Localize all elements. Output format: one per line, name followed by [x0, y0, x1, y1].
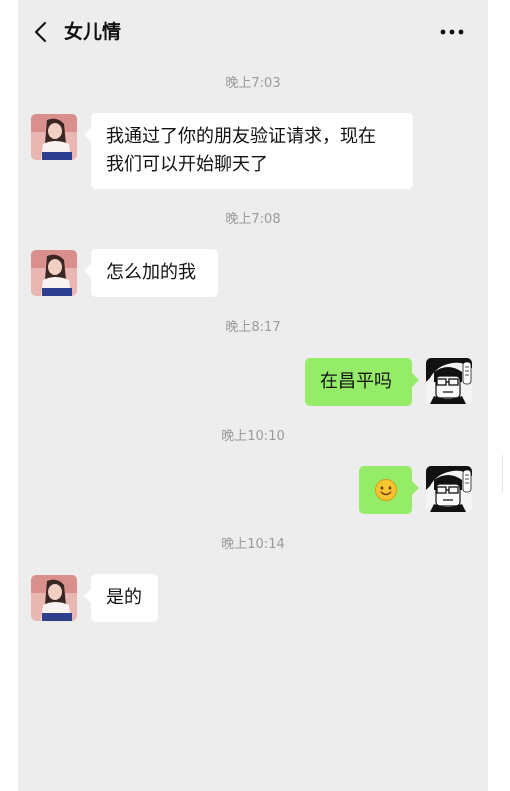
manga-portrait: [426, 358, 472, 404]
manga-portrait: [426, 466, 472, 512]
contact-avatar[interactable]: [31, 250, 77, 296]
contact-avatar[interactable]: [31, 114, 77, 160]
timestamp: 晚上10:10: [221, 429, 285, 444]
my-avatar[interactable]: [426, 466, 472, 512]
contact-avatar[interactable]: [31, 575, 77, 621]
contact-photo: [31, 114, 77, 160]
timestamp: 晚上8:17: [225, 320, 281, 335]
timestamp: 晚上10:14: [221, 537, 285, 552]
contact-photo: [31, 575, 77, 621]
chat-title: 女儿情: [64, 21, 122, 43]
smile-emoji-icon: [374, 479, 397, 501]
contact-photo: [31, 250, 77, 296]
edge-divider: [502, 455, 510, 493]
incoming-message-bubble[interactable]: 是的: [84, 574, 158, 622]
timestamp: 晚上7:03: [225, 76, 281, 91]
incoming-message-bubble[interactable]: 怎么加的我: [84, 249, 218, 297]
right-edge: [488, 0, 510, 791]
back-button[interactable]: [30, 18, 54, 46]
more-dots-icon: [440, 29, 464, 35]
message-text-line: 我通过了你的朋友验证请求，现在: [106, 126, 376, 147]
incoming-message-bubble[interactable]: 我通过了你的朋友验证请求，现在 我们可以开始聊天了: [84, 113, 413, 189]
message-text-line: 我们可以开始聊天了: [106, 154, 268, 175]
my-avatar[interactable]: [426, 358, 472, 404]
timestamp: 晚上7:08: [225, 212, 281, 227]
message-text: 在昌平吗: [320, 371, 392, 392]
outgoing-emoji-bubble[interactable]: [359, 466, 419, 514]
outgoing-message-bubble[interactable]: 在昌平吗: [305, 358, 419, 406]
message-text: 是的: [106, 587, 142, 608]
more-options-button[interactable]: [438, 20, 466, 44]
chat-screen: 女儿情 晚上7:03 我通过了你的朋友验证请求，现在 我们可以开始聊天了 晚上7…: [0, 0, 510, 791]
chevron-left-icon: [34, 21, 47, 43]
message-text: 怎么加的我: [106, 262, 196, 283]
chat-header: 女儿情: [18, 0, 488, 64]
